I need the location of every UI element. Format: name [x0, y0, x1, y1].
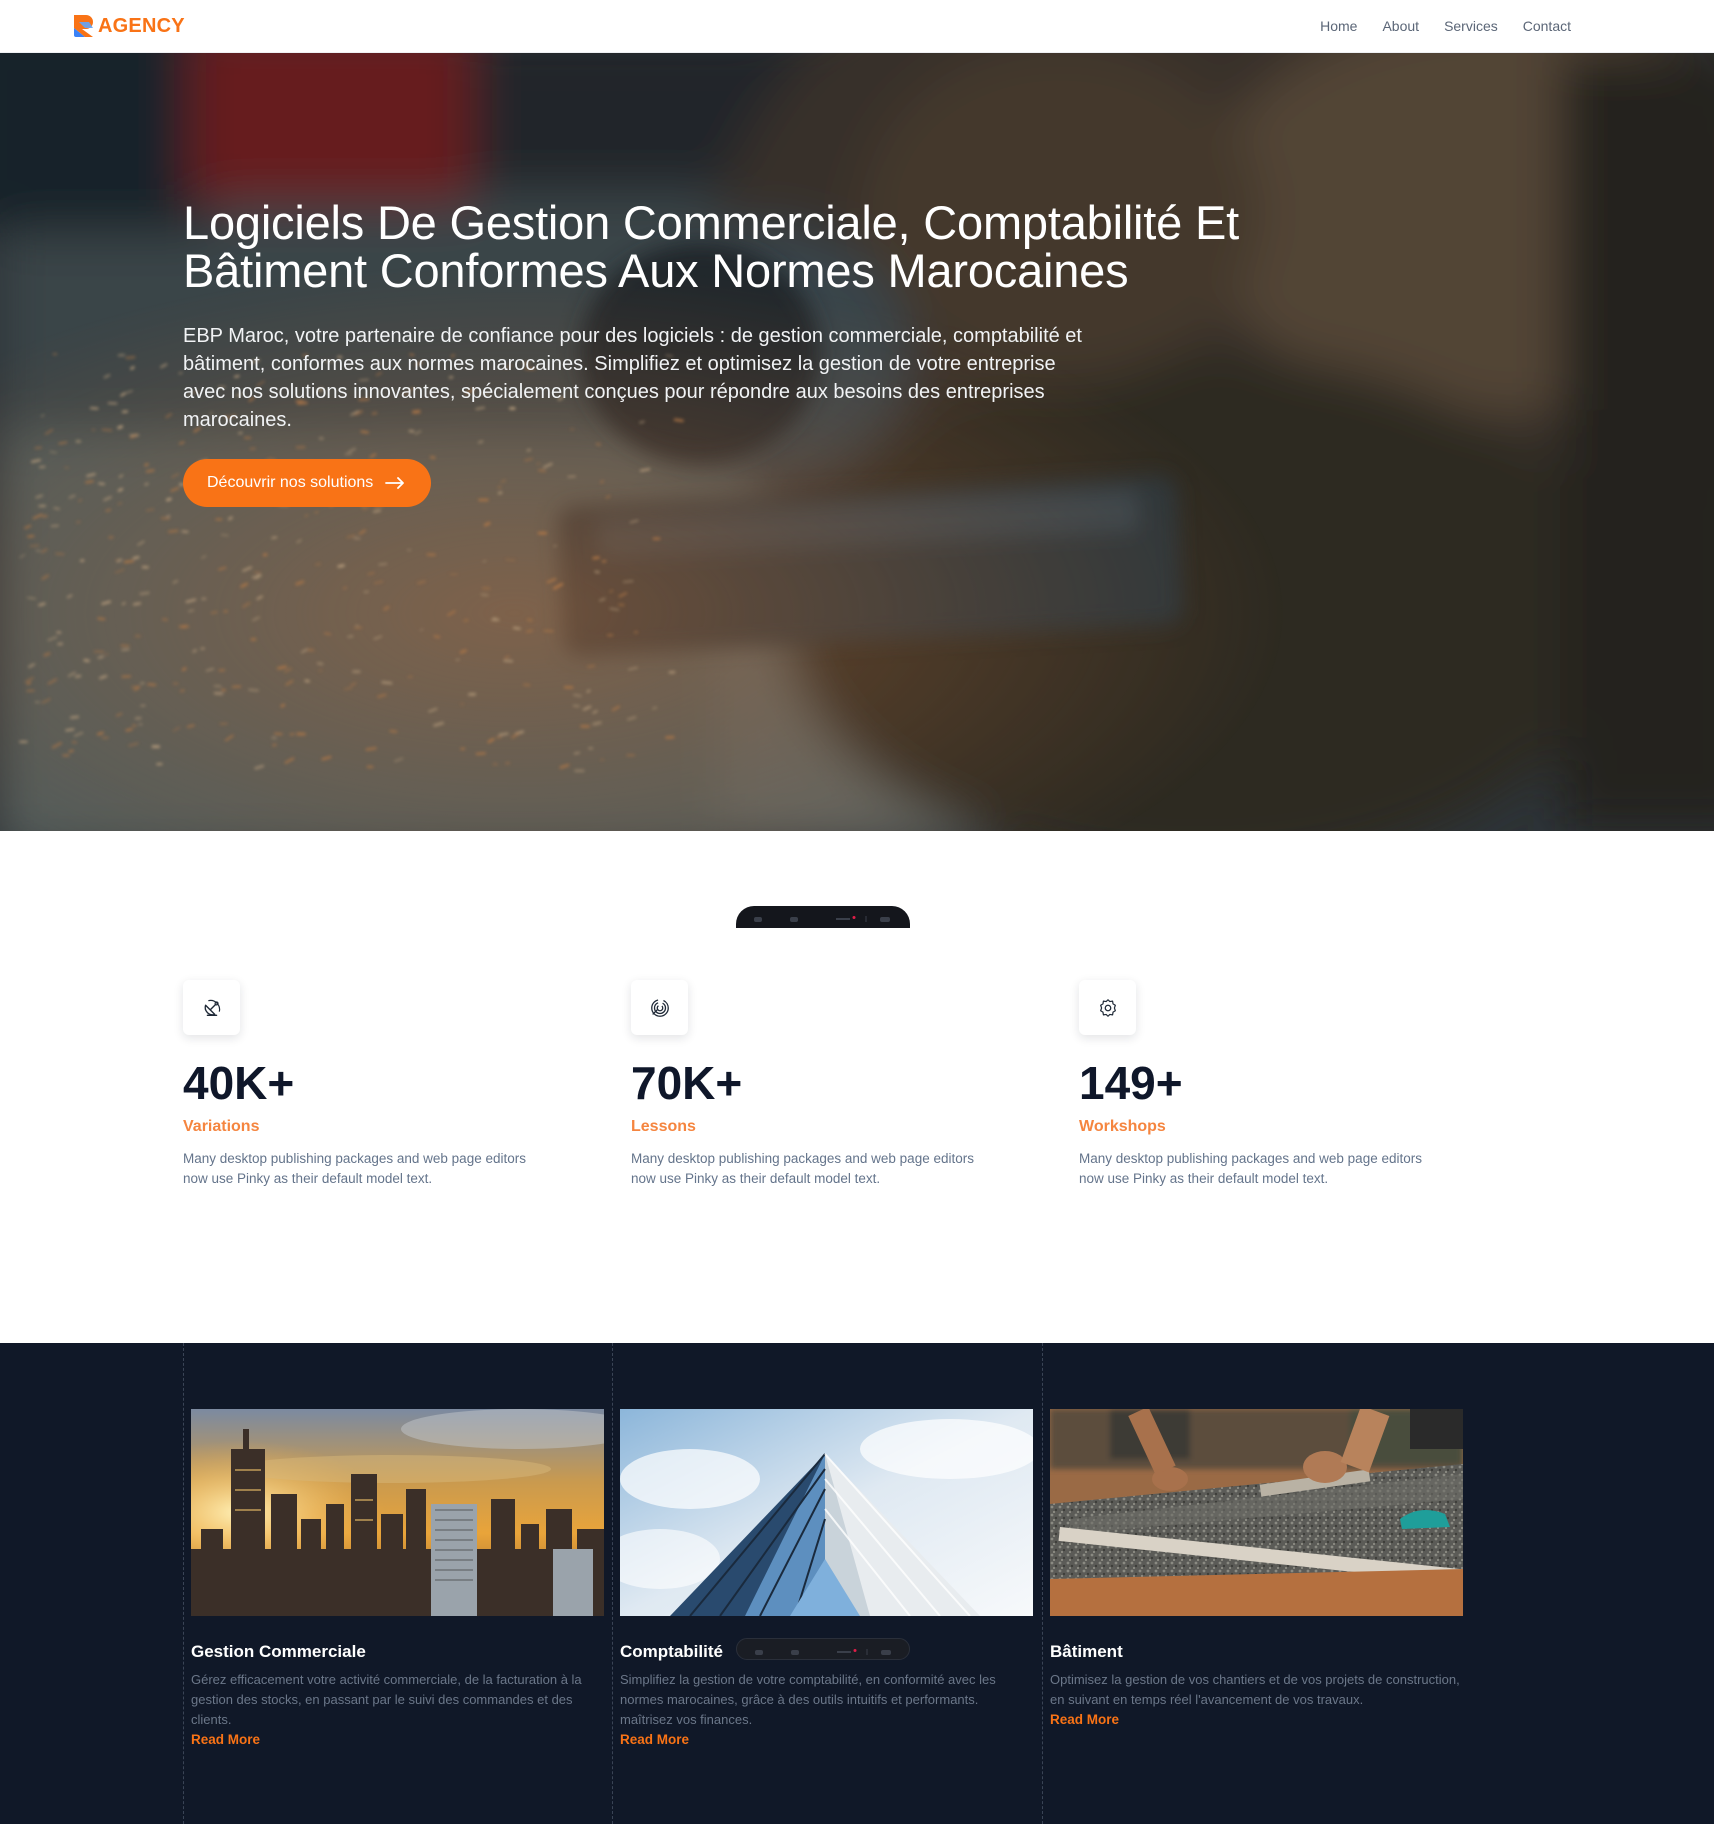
city-skyline-image [191, 1409, 604, 1616]
divider-line [183, 1343, 184, 1824]
stat-icon-box [1079, 980, 1136, 1035]
nav-home[interactable]: Home [1320, 18, 1357, 34]
nav-services[interactable]: Services [1444, 18, 1498, 34]
stat-label: Variations [183, 1118, 260, 1135]
brand-name: AGENCY [98, 14, 185, 37]
stat-label: Workshops [1079, 1118, 1166, 1135]
brand-logo-icon [74, 15, 93, 37]
service-card: Bâtiment Optimisez la gestion de vos cha… [1050, 1409, 1463, 1729]
service-card: Gestion Commerciale Gérez efficacement v… [191, 1409, 604, 1749]
stat-item: 149+ Workshops Many desktop publishing p… [1079, 980, 1459, 1189]
construction-concrete-image [1050, 1409, 1463, 1616]
stat-item: 70K+ Lessons Many desktop publishing pac… [631, 980, 1011, 1189]
nav-contact[interactable]: Contact [1523, 18, 1571, 34]
gear-badge-icon [1099, 998, 1116, 1017]
service-description: Optimisez la gestion de vos chantiers et… [1050, 1672, 1460, 1707]
fingerprint-icon [650, 998, 669, 1017]
toolbar-icons [755, 1649, 891, 1655]
service-title: Bâtiment [1050, 1642, 1123, 1661]
glass-building-image [620, 1409, 1033, 1616]
stat-description: Many desktop publishing packages and web… [631, 1151, 974, 1186]
navbar: AGENCY Home About Services Contact [0, 0, 1714, 53]
stat-value: 149+ [1079, 1057, 1183, 1109]
satellite-dish-icon [204, 999, 220, 1016]
service-description: Simplifiez la gestion de votre comptabil… [620, 1672, 996, 1727]
stat-icon-box [631, 980, 688, 1035]
brand-logo-link[interactable]: AGENCY [73, 14, 185, 38]
service-title: Gestion Commerciale [191, 1642, 366, 1661]
read-more-link[interactable]: Read More [1050, 1712, 1119, 1727]
read-more-link[interactable]: Read More [191, 1732, 260, 1747]
toolbar-icons [754, 916, 890, 922]
stat-value: 40K+ [183, 1057, 295, 1109]
stat-description: Many desktop publishing packages and web… [183, 1151, 526, 1186]
hero-description: EBP Maroc, votre partenaire de confiance… [183, 325, 1082, 431]
divider-line [1042, 1343, 1043, 1824]
nav-about[interactable]: About [1382, 18, 1419, 34]
services-section: Gestion Commerciale Gérez efficacement v… [0, 1343, 1714, 1824]
stat-label: Lessons [631, 1118, 696, 1135]
main-nav: Home About Services Contact [1320, 18, 1571, 34]
hero-section: Logiciels De Gestion Commerciale, Compta… [0, 53, 1714, 831]
stat-description: Many desktop publishing packages and web… [1079, 1151, 1422, 1186]
floating-toolbar[interactable] [736, 1638, 910, 1660]
discover-solutions-button[interactable]: Découvrir nos solutions [183, 459, 432, 507]
stat-item: 40K+ Variations Many desktop publishing … [183, 980, 563, 1189]
hero-content: Logiciels De Gestion Commerciale, Compta… [183, 199, 1303, 507]
divider-line [612, 1343, 613, 1824]
floating-toolbar[interactable] [736, 906, 910, 928]
stat-value: 70K+ [631, 1057, 743, 1109]
discover-solutions-label: Découvrir nos solutions [207, 474, 374, 491]
arrow-right-icon [385, 477, 405, 489]
hero-title: Logiciels De Gestion Commerciale, Compta… [183, 196, 1239, 297]
service-description: Gérez efficacement votre activité commer… [191, 1672, 582, 1727]
service-card: Comptabilité Simplifiez la gestion de vo… [620, 1409, 1033, 1749]
stat-icon-box [183, 980, 240, 1035]
read-more-link[interactable]: Read More [620, 1732, 689, 1747]
